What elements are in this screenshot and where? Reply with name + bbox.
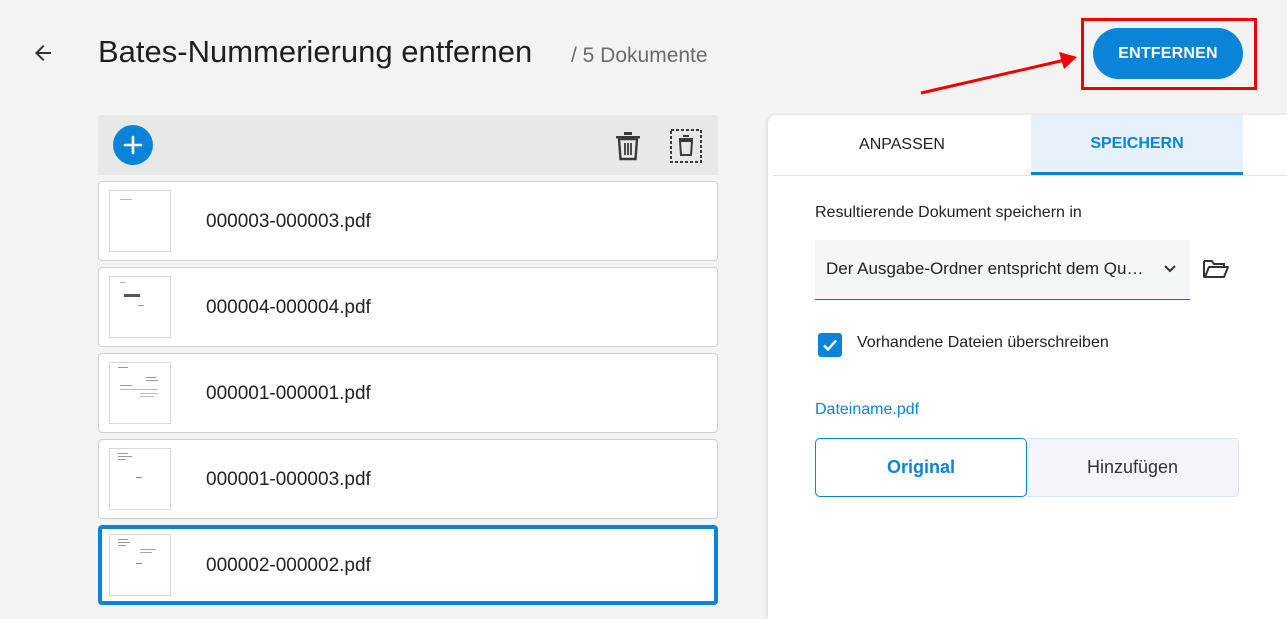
delete-all-icon[interactable] bbox=[670, 129, 702, 163]
overwrite-checkbox[interactable] bbox=[818, 333, 842, 357]
file-name: 000002-000002.pdf bbox=[206, 555, 371, 576]
filename-option-add[interactable]: Hinzufügen bbox=[1027, 438, 1239, 497]
page-title: Bates-Nummerierung entfernen bbox=[98, 34, 533, 69]
file-item[interactable]: 000004-000004.pdf bbox=[98, 267, 718, 347]
file-name: 000001-000003.pdf bbox=[206, 469, 371, 490]
filename-option-original[interactable]: Original bbox=[815, 438, 1027, 497]
add-file-icon[interactable] bbox=[113, 125, 153, 165]
tab-divider bbox=[773, 175, 1287, 176]
remove-button[interactable]: ENTFERNEN bbox=[1093, 28, 1243, 79]
back-arrow-icon[interactable] bbox=[28, 38, 58, 68]
trash-icon[interactable] bbox=[612, 129, 644, 163]
chevron-down-icon bbox=[1162, 260, 1178, 281]
pdf-thumbnail bbox=[109, 448, 171, 510]
file-name: 000001-000001.pdf bbox=[206, 383, 371, 404]
pdf-thumbnail bbox=[109, 276, 171, 338]
filename-label: Dateiname.pdf bbox=[815, 401, 920, 418]
folder-open-icon[interactable] bbox=[1202, 257, 1230, 286]
pdf-thumbnail bbox=[109, 362, 171, 424]
pdf-thumbnail bbox=[109, 534, 171, 596]
save-location-label: Resultierende Dokument speichern in bbox=[815, 204, 1082, 221]
output-folder-value: Der Ausgabe-Ordner entspricht dem Quello… bbox=[826, 259, 1146, 278]
pdf-thumbnail bbox=[109, 190, 171, 252]
overwrite-label: Vorhandene Dateien überschreiben bbox=[857, 334, 1109, 351]
output-folder-select[interactable]: Der Ausgabe-Ordner entspricht dem Quello… bbox=[815, 240, 1190, 300]
settings-panel: ANPASSEN SPEICHERN Resultierende Dokumen… bbox=[768, 115, 1287, 619]
tab-anpassen[interactable]: ANPASSEN bbox=[773, 115, 1031, 175]
file-list-toolbar bbox=[98, 115, 718, 175]
file-item[interactable]: 000003-000003.pdf bbox=[98, 181, 718, 261]
file-item[interactable]: 000001-000001.pdf bbox=[98, 353, 718, 433]
annotation-arrow bbox=[920, 52, 1077, 95]
document-count: / 5 Dokumente bbox=[571, 44, 708, 67]
file-name: 000004-000004.pdf bbox=[206, 297, 371, 318]
file-item-selected[interactable]: 000002-000002.pdf bbox=[98, 525, 718, 605]
file-name: 000003-000003.pdf bbox=[206, 211, 371, 232]
tab-speichern[interactable]: SPEICHERN bbox=[1031, 115, 1243, 175]
file-item[interactable]: 000001-000003.pdf bbox=[98, 439, 718, 519]
